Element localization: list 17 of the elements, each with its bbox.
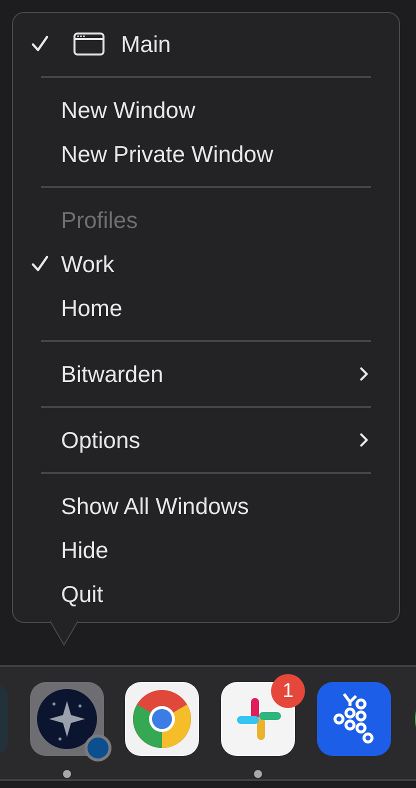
window-icon [73, 32, 105, 56]
sparkle-icon[interactable] [30, 682, 104, 756]
menu-item[interactable]: Work [13, 242, 399, 286]
menu-item[interactable]: Hide [13, 528, 399, 572]
hash-icon[interactable] [221, 682, 295, 756]
menu-item[interactable]: Show All Windows [13, 484, 399, 528]
section-header: Profiles [61, 206, 139, 234]
menu-item[interactable]: New Window [13, 88, 399, 132]
menu-item[interactable]: Bitwarden [13, 352, 399, 396]
grapes-icon[interactable] [317, 682, 391, 756]
menu-item[interactable]: Home [13, 286, 399, 330]
ring-icon[interactable] [125, 682, 199, 756]
notification-badge: 1 [271, 674, 305, 708]
menu-item[interactable]: New Private Window [13, 132, 399, 176]
menu-item[interactable]: Quit [13, 572, 399, 616]
menu-item[interactable]: Main [13, 22, 399, 66]
menu-item[interactable]: Options [13, 418, 399, 462]
